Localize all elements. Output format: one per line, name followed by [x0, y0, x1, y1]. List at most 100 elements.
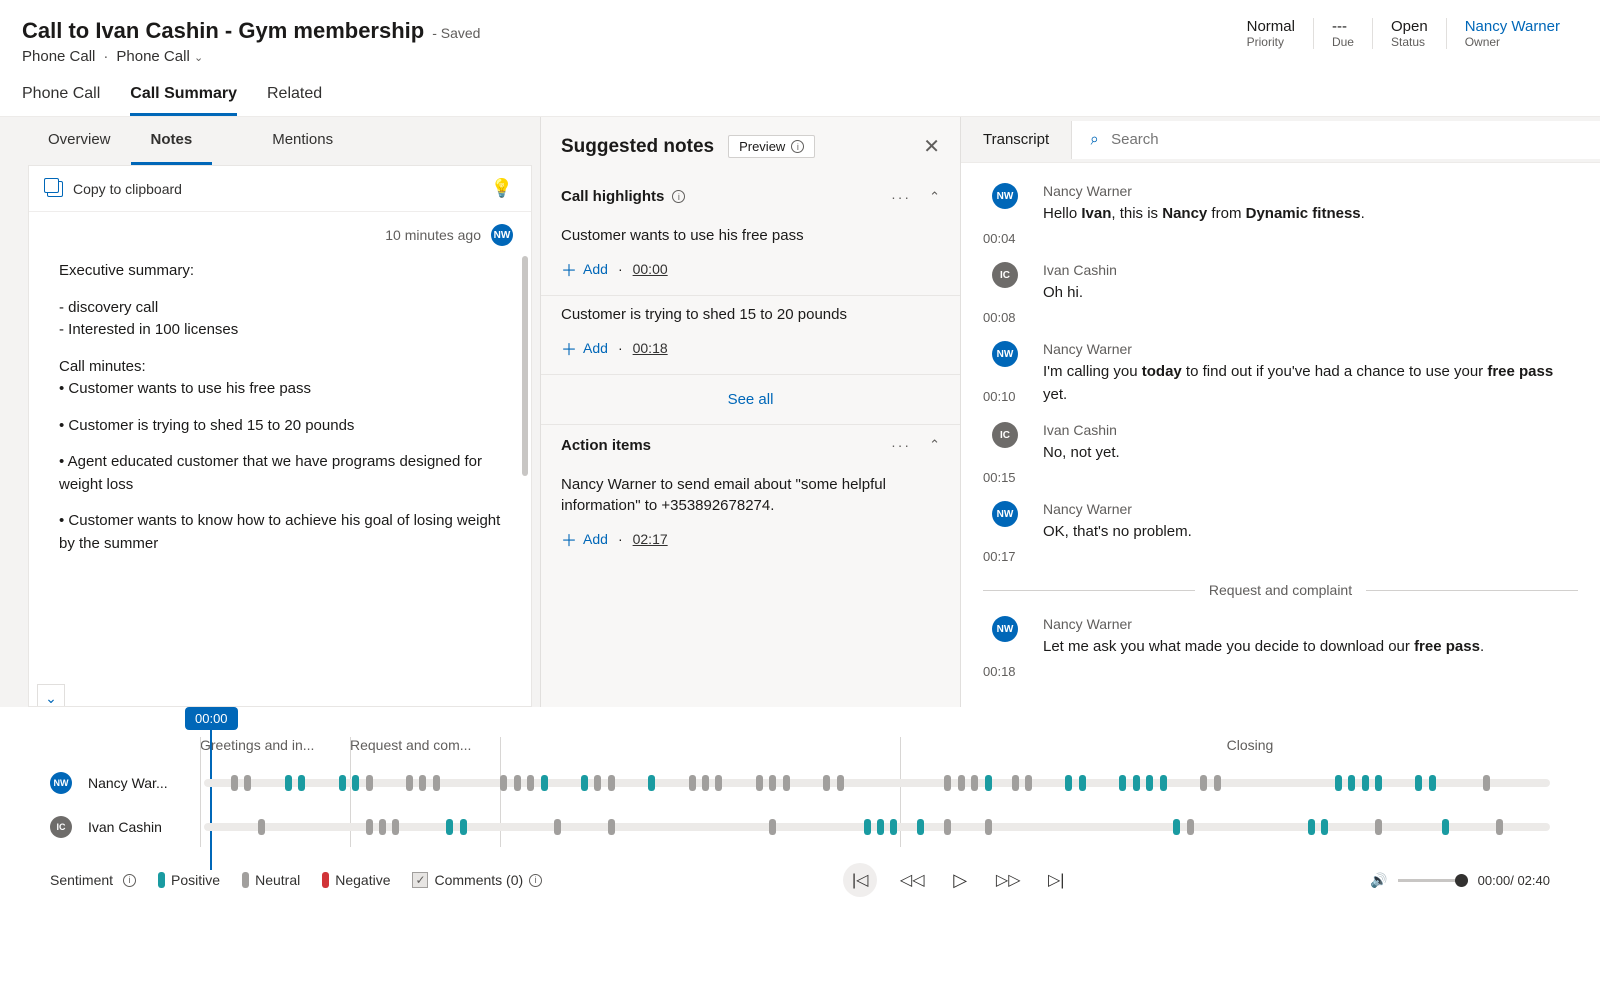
subtab-notes[interactable]: Notes	[131, 117, 213, 165]
collapse-notes-button[interactable]: ⌄	[37, 684, 65, 707]
sentiment-tick	[608, 819, 615, 835]
plus-icon: ＋	[561, 336, 577, 360]
copy-to-clipboard-button[interactable]: Copy to clipboard	[47, 181, 182, 197]
speaker-avatar: IC	[992, 262, 1018, 288]
notes-meta: 10 minutes ago NW	[29, 212, 531, 250]
sentiment-tick	[1429, 775, 1436, 791]
owner-field[interactable]: Nancy WarnerOwner	[1446, 18, 1578, 49]
priority-field[interactable]: NormalPriority	[1229, 18, 1313, 49]
skip-end-button[interactable]: ▷|	[1043, 870, 1069, 890]
more-icon[interactable]: ···	[891, 437, 911, 453]
timestamp-link[interactable]: 00:00	[633, 261, 668, 277]
subtab-mentions[interactable]: Mentions	[252, 117, 353, 165]
sentiment-tick	[352, 775, 359, 791]
transcript-msg: NW 00:18 Nancy Warner Let me ask you wha…	[983, 608, 1578, 687]
transcript-search[interactable]: ⌕	[1071, 121, 1600, 159]
rewind-button[interactable]: ◁◁	[899, 870, 925, 890]
sentiment-tick	[1133, 775, 1140, 791]
sentiment-tick	[1187, 819, 1194, 835]
highlight-item: Customer wants to use his free pass ＋Add…	[541, 217, 960, 296]
form-selector[interactable]: Phone Call ⌄	[116, 48, 203, 65]
negative-swatch	[322, 872, 329, 888]
sentiment-tick	[1308, 819, 1315, 835]
close-suggested-button[interactable]: ✕	[923, 137, 940, 157]
status-field[interactable]: OpenStatus	[1372, 18, 1446, 49]
sentiment-tick	[958, 775, 965, 791]
info-icon[interactable]: i	[123, 874, 136, 887]
chevron-down-icon: ⌄	[194, 52, 203, 64]
sentiment-tick	[783, 775, 790, 791]
transcript-msg: IC 00:08 Ivan Cashin Oh hi.	[983, 254, 1578, 333]
status-block: NormalPriority ---Due OpenStatus Nancy W…	[1229, 18, 1578, 49]
play-button[interactable]: ▷	[947, 870, 973, 891]
volume-slider[interactable]	[1398, 879, 1468, 882]
body-grid: Overview Notes Mentions Copy to clipboar…	[0, 117, 1600, 707]
chevron-up-icon[interactable]: ⌃	[929, 437, 940, 453]
more-icon[interactable]: ···	[891, 189, 911, 205]
speaker-track: NW Nancy War...	[50, 761, 1600, 805]
suggested-notes-column: Suggested notes Previewi ✕ Call highligh…	[540, 117, 960, 707]
title-block: Call to Ivan Cashin - Gym membership - S…	[22, 18, 480, 65]
sentiment-tick	[366, 819, 373, 835]
notes-timestamp: 10 minutes ago	[385, 227, 481, 243]
speaker-track: IC Ivan Cashin	[50, 805, 1600, 849]
transcript-msg: NW 00:10 Nancy Warner I'm calling you to…	[983, 333, 1578, 414]
forward-button[interactable]: ▷▷	[995, 870, 1021, 890]
transcript-text: Hello Ivan, this is Nancy from Dynamic f…	[1043, 203, 1578, 226]
notes-body[interactable]: Executive summary: - discovery call- Int…	[29, 250, 531, 706]
add-highlight-button[interactable]: ＋Add	[561, 336, 608, 360]
info-icon[interactable]: i	[672, 190, 685, 203]
sentiment-tick	[446, 819, 453, 835]
tab-phone-call[interactable]: Phone Call	[22, 85, 100, 116]
sentiment-tick	[1375, 819, 1382, 835]
transcript-msg: NW 00:04 Nancy Warner Hello Ivan, this i…	[983, 175, 1578, 254]
transcript-text: I'm calling you today to find out if you…	[1043, 361, 1578, 406]
sentiment-tick	[554, 819, 561, 835]
sentiment-tick	[608, 775, 615, 791]
suggested-notes-title: Suggested notes	[561, 136, 714, 158]
author-avatar: NW	[491, 224, 513, 246]
skip-start-button[interactable]: |◁	[843, 863, 877, 897]
due-field[interactable]: ---Due	[1313, 18, 1372, 49]
chevron-up-icon[interactable]: ⌃	[929, 189, 940, 205]
sentiment-tick	[581, 775, 588, 791]
transcript-msg: IC 00:15 Ivan Cashin No, not yet.	[983, 414, 1578, 493]
add-highlight-button[interactable]: ＋Add	[561, 257, 608, 281]
sentiment-tick	[944, 819, 951, 835]
tab-call-summary[interactable]: Call Summary	[130, 85, 237, 116]
sentiment-tick	[1496, 819, 1503, 835]
sentiment-tick	[1214, 775, 1221, 791]
sentiment-legend: Sentiment i	[50, 872, 136, 888]
lightbulb-icon[interactable]: 💡	[491, 178, 513, 199]
notes-column: Overview Notes Mentions Copy to clipboar…	[0, 117, 540, 707]
transcript-text: OK, that's no problem.	[1043, 521, 1578, 544]
plus-icon: ＋	[561, 527, 577, 551]
speaker-avatar: IC	[50, 816, 72, 838]
comments-toggle[interactable]: ✓ Comments (0) i	[412, 872, 542, 888]
sentiment-tick	[1321, 819, 1328, 835]
timestamp-link[interactable]: 02:17	[633, 531, 668, 547]
timestamp-link[interactable]: 00:18	[633, 340, 668, 356]
call-highlights-header: Call highlights i ··· ⌃	[541, 176, 960, 217]
subtab-overview[interactable]: Overview	[28, 117, 131, 165]
add-action-button[interactable]: ＋Add	[561, 527, 608, 551]
tab-related[interactable]: Related	[267, 85, 322, 116]
sentiment-tick	[366, 775, 373, 791]
sentiment-tick	[285, 775, 292, 791]
transcript-msg: NW 00:17 Nancy Warner OK, that's no prob…	[983, 493, 1578, 572]
volume-icon[interactable]: 🔊	[1370, 872, 1387, 889]
sentiment-track[interactable]	[204, 823, 1550, 831]
search-input[interactable]	[1111, 131, 1582, 148]
copy-icon	[47, 181, 63, 197]
sentiment-tick	[702, 775, 709, 791]
transcript-body[interactable]: NW 00:04 Nancy Warner Hello Ivan, this i…	[961, 163, 1600, 707]
neutral-swatch	[242, 872, 249, 888]
see-all-link[interactable]: See all	[541, 375, 960, 425]
preview-badge[interactable]: Previewi	[728, 135, 815, 158]
sentiment-track[interactable]	[204, 779, 1550, 787]
scrollbar-thumb[interactable]	[522, 256, 528, 476]
record-header: Call to Ivan Cashin - Gym membership - S…	[0, 0, 1600, 65]
sentiment-tick	[500, 775, 507, 791]
sentiment-tick	[433, 775, 440, 791]
sentiment-tick	[1348, 775, 1355, 791]
